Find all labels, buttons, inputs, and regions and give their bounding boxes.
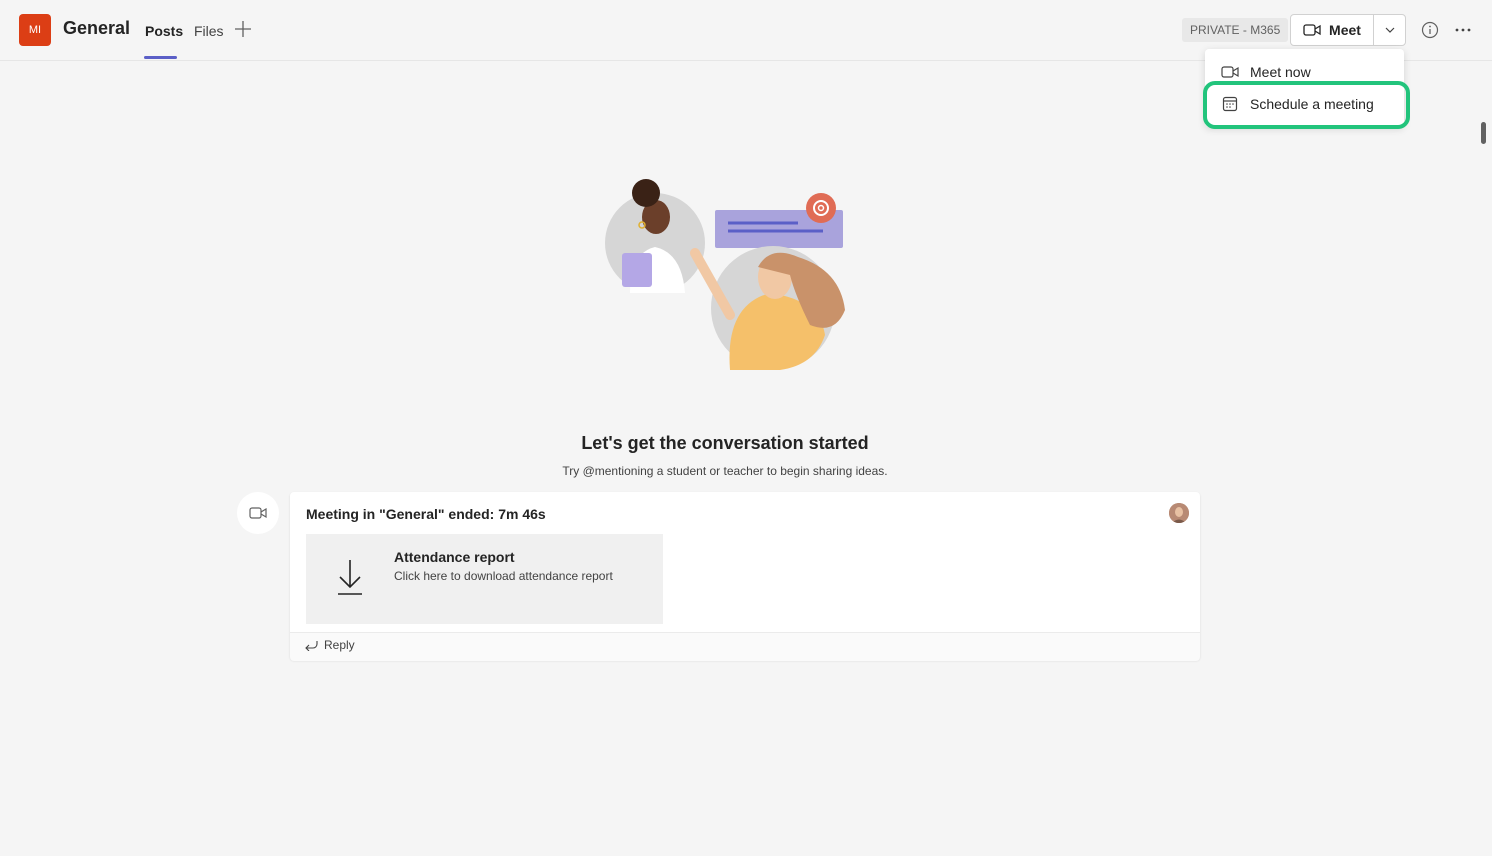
empty-state-illustration <box>605 179 845 370</box>
video-camera-icon <box>249 507 267 519</box>
meet-button[interactable]: Meet <box>1291 15 1374 45</box>
avatar[interactable] <box>1169 503 1189 523</box>
meet-split-button: Meet <box>1290 14 1406 46</box>
meet-dropdown-toggle[interactable] <box>1374 15 1405 45</box>
empty-state-title: Let's get the conversation started <box>581 433 869 453</box>
more-options-icon[interactable] <box>1453 20 1473 40</box>
tab-files[interactable]: Files <box>194 23 224 39</box>
reply-arrow-icon <box>305 641 318 651</box>
reply-label: Reply <box>324 638 355 652</box>
add-tab-icon[interactable] <box>234 20 252 38</box>
video-camera-icon <box>1303 24 1321 36</box>
post-title: Meeting in "General" ended: 7m 46s <box>306 506 546 522</box>
tab-posts[interactable]: Posts <box>145 23 183 39</box>
scrollbar-thumb[interactable] <box>1481 122 1486 144</box>
attachment-subtitle: Click here to download attendance report <box>394 569 613 583</box>
channel-title: General <box>63 18 131 38</box>
post-type-icon <box>237 492 279 534</box>
avatar-image <box>1169 503 1189 523</box>
meeting-post-card: Meeting in "General" ended: 7m 46s Atten… <box>290 492 1200 661</box>
reply-button[interactable]: Reply <box>304 638 355 652</box>
highlight-outline <box>1203 81 1410 129</box>
menu-item-label: Meet now <box>1250 64 1311 80</box>
reply-bar: Reply <box>290 632 1200 661</box>
attachment-title: Attendance report <box>394 549 515 565</box>
active-tab-indicator <box>144 56 177 59</box>
meet-button-label: Meet <box>1329 22 1361 38</box>
attendance-report-attachment[interactable]: Attendance report Click here to download… <box>306 534 663 624</box>
download-icon <box>338 560 362 595</box>
video-camera-icon <box>1221 66 1239 78</box>
empty-state-subtitle: Try @mentioning a student or teacher to … <box>562 464 888 478</box>
team-avatar[interactable]: MI <box>19 14 51 46</box>
chevron-down-icon <box>1385 27 1394 33</box>
info-icon[interactable] <box>1420 20 1440 40</box>
privacy-badge: PRIVATE - M365 <box>1182 18 1289 42</box>
